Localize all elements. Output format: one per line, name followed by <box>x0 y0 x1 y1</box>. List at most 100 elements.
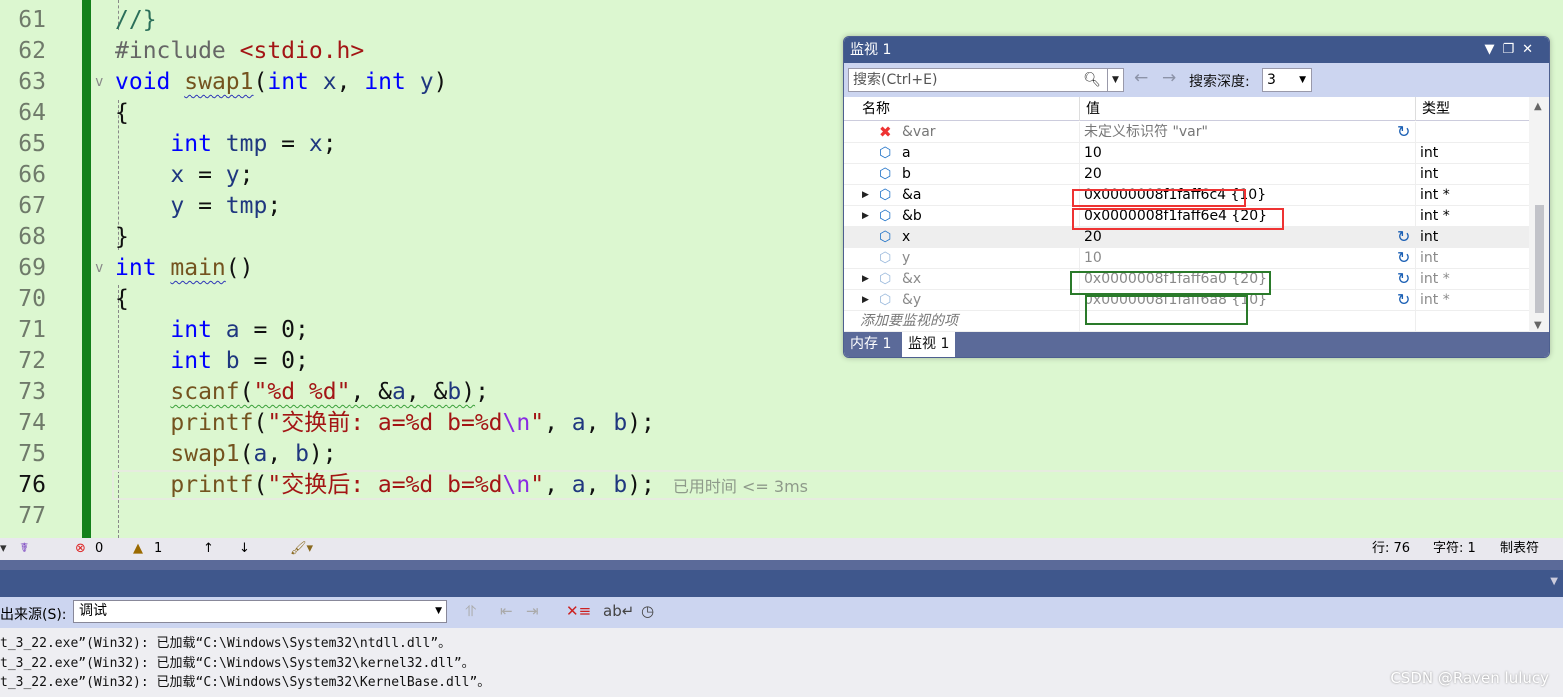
prev-message-icon[interactable]: ⇤ <box>500 602 513 620</box>
watch-name[interactable]: &y <box>902 290 921 310</box>
perf-tip[interactable]: 已用时间 <= 3ms <box>673 477 808 496</box>
code-token: ( <box>239 379 254 405</box>
dropdown-icon[interactable]: ▼ <box>1484 42 1502 57</box>
code-line[interactable]: 73 scanf("%d %d", &a, &b); <box>0 377 1563 408</box>
word-wrap-icon[interactable]: ab↵ <box>603 602 634 620</box>
line-number: 74 <box>18 410 46 436</box>
search-depth-select[interactable]: 3 ▼ <box>1262 68 1312 92</box>
brush-icon[interactable]: 🖌︎▾ <box>290 538 313 560</box>
dropdown-icon[interactable]: ▾ <box>0 538 7 560</box>
expand-icon[interactable]: ▶ <box>862 185 869 205</box>
refresh-icon[interactable]: ↻ <box>1397 227 1410 247</box>
red-annotation-box <box>1072 189 1246 207</box>
add-watch-label[interactable]: 添加要监视的项 <box>860 311 958 331</box>
watch-row[interactable]: ⬡ a 10 int <box>844 143 1529 164</box>
dropdown-icon[interactable]: ▼ <box>1550 576 1558 587</box>
watch-row[interactable]: ⬡ b 20 int <box>844 164 1529 185</box>
code-line[interactable]: 75 swap1(a, b); <box>0 439 1563 470</box>
code-token: , & <box>350 379 392 405</box>
code-line[interactable]: 61 //} <box>0 5 1563 36</box>
output-source-select[interactable]: 调试 ▼ <box>73 600 447 623</box>
back-arrow-icon[interactable]: ← <box>1134 68 1148 88</box>
expand-icon[interactable]: ▶ <box>862 290 869 310</box>
watch-name[interactable]: y <box>902 248 910 268</box>
code-line[interactable]: 74 printf("交换前: a=%d b=%d\n", a, b); <box>0 408 1563 439</box>
watch-name[interactable]: &x <box>902 269 921 289</box>
code-token: , <box>267 441 296 467</box>
line-number: 76 <box>18 472 46 498</box>
code-token: int <box>267 69 323 95</box>
code-token: tmp <box>225 193 268 219</box>
warning-count[interactable]: 1 <box>154 538 162 560</box>
line-number: 70 <box>18 286 46 312</box>
next-message-icon[interactable]: ⇥ <box>526 602 539 620</box>
output-pane[interactable]: t_3_22.exe”(Win32): 已加载“C:\Windows\Syste… <box>0 628 1563 697</box>
search-icon[interactable]: 🔍︎ <box>1083 69 1101 91</box>
code-token: int <box>115 255 171 281</box>
refresh-icon[interactable]: ↻ <box>1397 290 1410 310</box>
watch-value[interactable]: 10 <box>1084 248 1102 268</box>
code-line[interactable]: 76 printf("交换后: a=%d b=%d\n", a, b); 已用时间… <box>0 470 1563 501</box>
chevron-down-icon[interactable]: ▼ <box>1107 69 1123 91</box>
clock-icon[interactable]: ◷ <box>641 602 654 620</box>
watch-name[interactable]: b <box>902 164 911 184</box>
watch-value[interactable]: 20 <box>1084 164 1102 184</box>
output-line: t_3_22.exe”(Win32): 已加载“C:\Windows\Syste… <box>0 636 452 651</box>
intellisense-icon[interactable]: ☤ <box>20 538 29 560</box>
refresh-icon[interactable]: ↻ <box>1397 248 1410 268</box>
watch-name[interactable]: &a <box>902 185 922 205</box>
forward-arrow-icon[interactable]: → <box>1162 68 1176 88</box>
code-text: void swap1(int x, int y) <box>115 67 447 98</box>
code-token: ( <box>253 410 268 436</box>
watch-row[interactable]: ⬡ y 10 ↻ int <box>844 248 1529 269</box>
code-token: () <box>225 255 254 281</box>
error-count[interactable]: 0 <box>95 538 103 560</box>
code-line[interactable]: 77 <box>0 501 1563 532</box>
arrow-up-icon[interactable]: ↑ <box>203 538 214 560</box>
editor-status-bar: ▾ ☤ ⊗ 0 ▲ 1 ↑ ↓ 🖌︎▾ 行: 76 字符: 1 制表符 <box>0 538 1563 560</box>
refresh-icon[interactable]: ↻ <box>1397 122 1410 142</box>
chevron-down-icon: ▼ <box>435 606 442 616</box>
line-number: 64 <box>18 100 46 126</box>
watch-value[interactable]: 20 <box>1084 227 1102 247</box>
watch-value[interactable]: 10 <box>1084 143 1102 163</box>
code-text: int main() <box>115 253 253 284</box>
watch-search-input[interactable]: 搜索(Ctrl+E) 🔍︎ ▼ <box>848 68 1124 92</box>
tab-watch-1[interactable]: 监视 1 <box>902 332 956 357</box>
refresh-icon[interactable]: ↻ <box>1397 269 1410 289</box>
close-icon[interactable]: ✕ <box>1522 42 1541 57</box>
expand-icon[interactable]: ▶ <box>862 206 869 226</box>
watch-name[interactable]: x <box>902 227 910 247</box>
watch-name[interactable]: a <box>902 143 911 163</box>
tab-memory-1[interactable]: 内存 1 <box>844 332 897 357</box>
maximize-icon[interactable]: ❐ <box>1502 42 1522 57</box>
arrow-down-icon[interactable]: ↓ <box>239 538 250 560</box>
watch-value[interactable]: 未定义标识符 "var" <box>1084 122 1208 142</box>
watch-row[interactable]: ⬡ x 20 ↻ int <box>844 227 1529 248</box>
watch-name[interactable]: &b <box>902 206 922 226</box>
expand-icon[interactable]: ▶ <box>862 269 869 289</box>
code-token: ; <box>475 379 489 405</box>
code-token: ); <box>627 472 655 498</box>
clear-all-icon[interactable]: ✕≡ <box>566 602 591 620</box>
fold-icon[interactable]: v <box>95 67 103 98</box>
watch-title-bar[interactable]: 监视 1 ▼❐✕ <box>844 37 1549 63</box>
watch-scrollbar[interactable]: ▲ ▼ <box>1529 97 1549 333</box>
code-token: x <box>322 69 337 95</box>
watch-window[interactable]: 监视 1 ▼❐✕ 搜索(Ctrl+E) 🔍︎ ▼ ← → 搜索深度: 3 ▼ 名称… <box>843 36 1550 358</box>
tab-indicator[interactable]: 制表符 <box>1500 538 1539 560</box>
code-text: //} <box>115 5 157 36</box>
warning-icon[interactable]: ▲ <box>133 538 143 560</box>
error-icon[interactable]: ⊗ <box>75 538 86 560</box>
code-token: " <box>530 472 545 498</box>
col-type[interactable]: 类型 <box>1415 97 1450 121</box>
watch-name[interactable]: &var <box>902 122 936 142</box>
variable-icon: ⬡ <box>879 187 892 203</box>
watch-row[interactable]: ✖ &var 未定义标识符 "var" ↻ <box>844 122 1529 143</box>
fold-icon[interactable]: v <box>95 253 103 284</box>
col-name[interactable]: 名称 <box>856 97 890 121</box>
col-value[interactable]: 值 <box>1079 97 1100 121</box>
code-token: "交换前: a=%d b=%d <box>267 410 503 436</box>
goto-icon[interactable]: ⥣ <box>465 602 476 620</box>
